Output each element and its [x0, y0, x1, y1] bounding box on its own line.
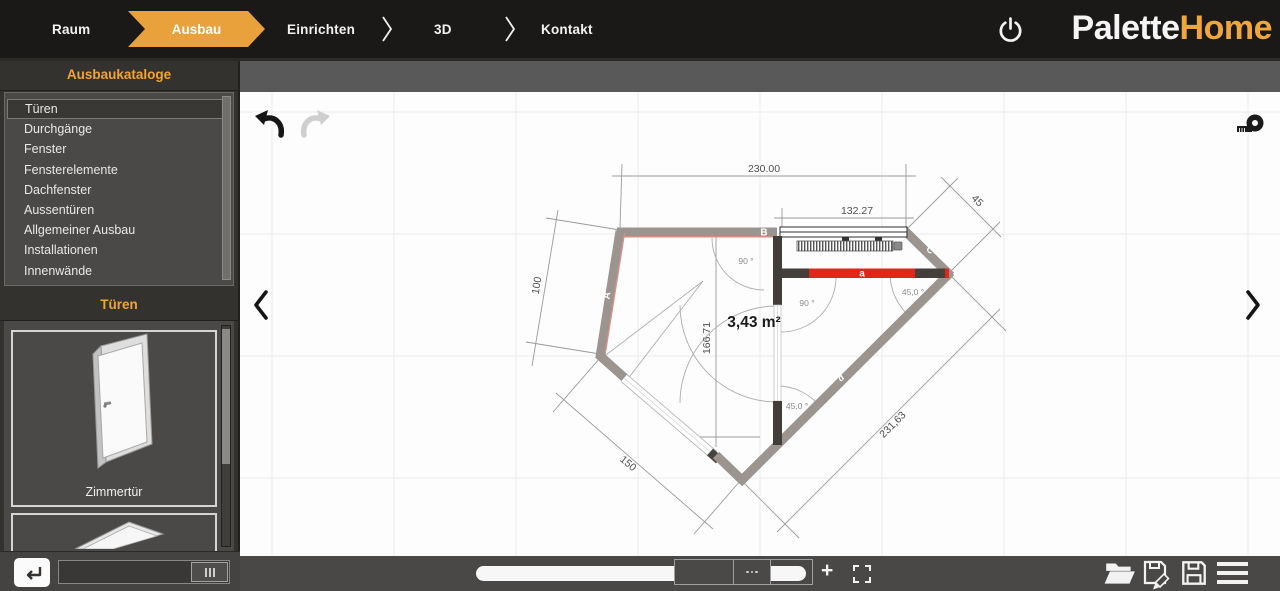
chevron-right-icon [1246, 290, 1260, 320]
nav-separator-icon [503, 14, 517, 49]
catalog-item-innenwaende[interactable]: Innenwände [7, 261, 223, 281]
pan-right-button[interactable] [1244, 288, 1262, 327]
zoom-in-button[interactable]: + [821, 559, 833, 583]
zimmertuer-thumbnail [92, 333, 153, 469]
nav-kontakt[interactable]: Kontakt [541, 22, 593, 37]
canvas-toolbar [240, 61, 1280, 92]
save-as-button[interactable] [1141, 558, 1175, 591]
door-card-label: Zimmertür [85, 485, 143, 499]
door-card-zimmertuer[interactable]: Zimmertür [11, 330, 217, 507]
back-button[interactable] [14, 558, 50, 587]
svg-text:90 °: 90 ° [799, 298, 814, 308]
hamburger-menu-icon [1217, 562, 1248, 584]
walls[interactable] [595, 225, 955, 487]
undo-icon [255, 110, 284, 138]
app-logo: PaletteHome [1071, 9, 1273, 48]
logo-palette: Palette [1071, 9, 1181, 47]
save-as-icon [1143, 560, 1170, 590]
svg-text:150: 150 [617, 453, 638, 474]
catalog-item-fensterelemente[interactable]: Fensterelemente [7, 160, 223, 180]
menu-button[interactable] [1216, 560, 1249, 591]
topbar-divider [0, 58, 1280, 61]
catalog-slider-handle[interactable] [191, 562, 228, 582]
radiator-symbol [796, 240, 894, 252]
catalog-scroll-slider[interactable] [58, 560, 230, 584]
power-icon[interactable] [997, 16, 1024, 43]
top-navigation-bar: Raum Ausbau Einrichten 3D Kontakt Palett… [0, 0, 1280, 58]
svg-text:90 °: 90 ° [738, 256, 753, 266]
redo-button[interactable] [297, 108, 331, 147]
catalog-item-allgemeiner-ausbau[interactable]: Allgemeiner Ausbau [7, 220, 223, 240]
measure-tool-button[interactable] [1236, 112, 1266, 141]
open-project-button[interactable] [1103, 558, 1137, 591]
catalog-item-installationen[interactable]: Installationen [7, 240, 223, 260]
catalog-item-fenster[interactable]: Fenster [7, 139, 223, 159]
nav-raum[interactable]: Raum [52, 22, 90, 37]
section-panel-header: Türen [0, 288, 238, 321]
svg-text:45,0 °: 45,0 ° [902, 287, 924, 297]
palette-home-app: Raum Ausbau Einrichten 3D Kontakt Palett… [0, 0, 1280, 591]
sidebar-catalog: Ausbaukataloge Türen Durchgänge Fenster … [0, 58, 240, 551]
door-cards-panel: Zimmertür [4, 321, 234, 551]
svg-text:45,0 °: 45,0 ° [786, 401, 808, 411]
floorplan[interactable]: B A C a d 230.00 132.27 45 100 166.71 15… [240, 92, 1280, 556]
catalog-list: Türen Durchgänge Fenster Fensterelemente… [4, 92, 234, 286]
nav-ausbau-active[interactable]: Ausbau [128, 11, 265, 47]
svg-text:230.00: 230.00 [748, 163, 780, 175]
sidebar-bottom-bar [0, 551, 240, 591]
catalog-item-aussentueren[interactable]: Aussentüren [7, 200, 223, 220]
tape-measure-icon [1237, 114, 1264, 132]
nav-einrichten[interactable]: Einrichten [287, 22, 355, 37]
catalog-panel-header: Ausbaukataloge [0, 58, 238, 91]
room-area-label: 3,43 m² [727, 314, 780, 331]
save-button[interactable] [1179, 558, 1209, 591]
svg-text:166.71: 166.71 [701, 322, 713, 354]
pan-left-button[interactable] [252, 288, 270, 327]
logo-home: Home [1179, 9, 1273, 47]
catalog-list-scrollbar[interactable] [222, 96, 231, 280]
door-card-next-partial[interactable] [11, 513, 217, 551]
save-icon [1182, 561, 1206, 585]
svg-text:B: B [760, 228, 767, 239]
catalog-item-durchgaenge[interactable]: Durchgänge [7, 119, 223, 139]
catalog-item-tueren[interactable]: Türen [7, 99, 223, 120]
cards-scrollbar-thumb[interactable] [222, 329, 230, 464]
nav-3d[interactable]: 3D [434, 22, 452, 37]
cards-scrollbar-track[interactable] [221, 325, 231, 547]
nav-ausbau-label: Ausbau [171, 21, 222, 37]
bottom-toolbar: + [240, 556, 1280, 591]
svg-text:100: 100 [530, 276, 545, 295]
zoom-slider-handle[interactable] [674, 559, 813, 585]
folder-open-icon [1104, 563, 1135, 584]
fullscreen-icon [853, 565, 871, 583]
catalog-item-dachfenster[interactable]: Dachfenster [7, 180, 223, 200]
svg-text:a: a [859, 269, 865, 280]
redo-icon [301, 110, 330, 138]
nav-separator-icon [380, 14, 394, 49]
return-arrow-icon [26, 566, 42, 580]
svg-text:132.27: 132.27 [841, 205, 873, 217]
undo-button[interactable] [254, 108, 288, 147]
chevron-left-icon [254, 290, 268, 320]
next-door-thumbnail [74, 521, 165, 550]
fullscreen-button[interactable] [852, 564, 872, 589]
